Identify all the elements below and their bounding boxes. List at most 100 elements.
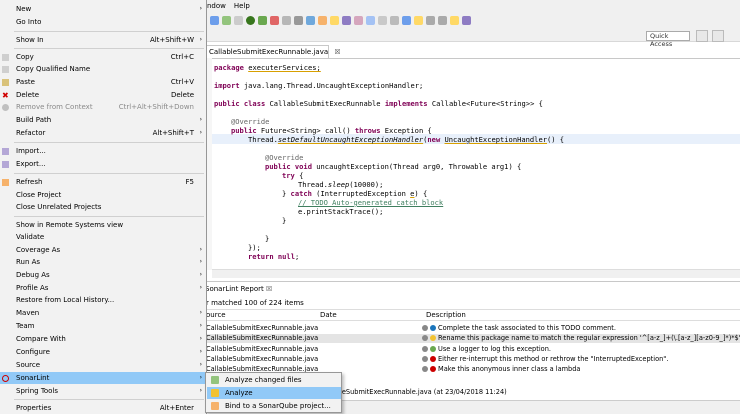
next-annotation-icon[interactable] bbox=[426, 15, 435, 25]
menu-item-profile-as[interactable]: Profile As › bbox=[0, 282, 206, 294]
menu-item-coverage-as[interactable]: Coverage As › bbox=[0, 244, 206, 256]
menu-item-refresh[interactable]: Refresh F5 bbox=[0, 176, 206, 188]
run-icon[interactable] bbox=[246, 15, 255, 25]
editor-tab[interactable]: CallableSubmitExecRunnable.java ☒ bbox=[204, 45, 341, 58]
menu-item-import[interactable]: Import... bbox=[0, 145, 206, 157]
coverage-icon[interactable] bbox=[258, 15, 267, 25]
menu-item-build-path[interactable]: Build Path › bbox=[0, 114, 206, 126]
table-row[interactable]: CallableSubmitExecRunnable.java Either re… bbox=[204, 355, 740, 364]
menu-item-refactor[interactable]: Refactor Alt+Shift+T › bbox=[0, 127, 206, 139]
menu-item-analyze-changed-files[interactable]: Analyze changed files bbox=[207, 374, 341, 386]
menu-item-spring-tools[interactable]: Spring Tools › bbox=[0, 385, 206, 397]
menu-item-properties[interactable]: Properties Alt+Enter bbox=[0, 402, 206, 414]
rule-icon bbox=[422, 335, 428, 341]
code-line: } bbox=[265, 234, 270, 243]
new-package-icon[interactable] bbox=[306, 15, 315, 25]
open-folder-icon[interactable] bbox=[330, 15, 339, 25]
mark-icon[interactable] bbox=[390, 15, 399, 25]
code-line: } bbox=[282, 216, 287, 225]
external-tools-icon[interactable] bbox=[282, 15, 291, 25]
back-icon[interactable] bbox=[450, 15, 459, 25]
remove-context-icon bbox=[2, 104, 9, 111]
menu-window[interactable]: ndow bbox=[207, 2, 226, 11]
menu-item-source[interactable]: Source › bbox=[0, 359, 206, 371]
menu-item-maven[interactable]: Maven › bbox=[0, 307, 206, 319]
code-line: Thread.setDefaultUncaughtExceptionHandle… bbox=[248, 135, 565, 144]
table-row[interactable]: CallableSubmitExecRunnable.java Rename th… bbox=[204, 334, 740, 343]
menu-item-analyze[interactable]: Analyze bbox=[207, 387, 341, 399]
save-icon[interactable] bbox=[210, 15, 219, 25]
menu-item-copy[interactable]: Copy Ctrl+C bbox=[0, 51, 206, 63]
code-line: return null; bbox=[248, 252, 300, 261]
delete-icon: ✖ bbox=[2, 91, 9, 100]
menu-item-show-in[interactable]: Show In Alt+Shift+W › bbox=[0, 34, 206, 46]
column-description[interactable]: Description bbox=[426, 311, 466, 319]
code-line: public Future<String> call() throws Exce… bbox=[231, 126, 432, 135]
code-line: }); bbox=[248, 243, 261, 252]
menu-help[interactable]: Help bbox=[234, 2, 250, 11]
code-line: @Override bbox=[265, 153, 304, 162]
copy-qualified-icon bbox=[2, 66, 9, 73]
paste-icon bbox=[2, 79, 9, 86]
rule-icon bbox=[422, 346, 428, 352]
menu-item-validate[interactable]: Validate bbox=[0, 231, 206, 243]
annotation-icon[interactable] bbox=[414, 15, 423, 25]
table-row[interactable]: CallableSubmitExecRunnable.java Use a log… bbox=[204, 345, 740, 354]
code-line: package executerServices; bbox=[214, 63, 321, 72]
code-line: e.printStackTrace(); bbox=[298, 207, 384, 216]
menu-item-paste[interactable]: Paste Ctrl+V bbox=[0, 76, 206, 88]
menu-item-go-into[interactable]: Go Into bbox=[0, 16, 206, 28]
sonarlint-submenu: Analyze changed files Analyze Bind to a … bbox=[205, 372, 342, 413]
column-date[interactable]: Date bbox=[320, 311, 337, 319]
search-icon[interactable] bbox=[342, 15, 351, 25]
rule-icon bbox=[422, 356, 428, 362]
menu-item-show-remote-systems[interactable]: Show in Remote Systems view bbox=[0, 219, 206, 231]
debug-icon[interactable] bbox=[222, 15, 231, 25]
edit-icon[interactable] bbox=[354, 15, 363, 25]
menu-item-debug-as[interactable]: Debug As › bbox=[0, 269, 206, 281]
globe-icon[interactable] bbox=[402, 15, 411, 25]
import-icon bbox=[2, 148, 9, 155]
column-source[interactable]: ource bbox=[206, 311, 226, 319]
severity-icon bbox=[430, 325, 436, 331]
menu-item-delete[interactable]: ✖ Delete Delete bbox=[0, 89, 206, 101]
code-line: import java.lang.Thread.UncaughtExceptio… bbox=[214, 81, 424, 90]
pin-icon[interactable] bbox=[366, 15, 375, 25]
analyze-icon bbox=[211, 389, 219, 397]
menu-item-remove-from-context[interactable]: Remove from Context Ctrl+Alt+Shift+Down bbox=[0, 101, 206, 113]
horizontal-scrollbar[interactable] bbox=[212, 269, 740, 278]
prev-annotation-icon[interactable] bbox=[438, 15, 447, 25]
refresh-icon bbox=[2, 179, 9, 186]
editor-tab-label: CallableSubmitExecRunnable.java bbox=[209, 48, 329, 56]
settings-icon[interactable] bbox=[234, 15, 243, 25]
java-perspective-icon[interactable] bbox=[712, 30, 724, 42]
rule-icon bbox=[422, 366, 428, 372]
sonarlint-report-tab[interactable]: SonarLint Report ☒ bbox=[204, 283, 272, 296]
open-perspective-icon[interactable] bbox=[696, 30, 708, 42]
table-row[interactable]: CallableSubmitExecRunnable.java Complete … bbox=[204, 324, 740, 333]
code-line: @Override bbox=[231, 117, 270, 126]
menu-item-bind-sonarqube[interactable]: Bind to a SonarQube project... bbox=[207, 400, 341, 412]
menu-item-compare-with[interactable]: Compare With › bbox=[0, 333, 206, 345]
forward-icon[interactable] bbox=[462, 15, 471, 25]
menu-item-sonarlint[interactable]: SonarLint › bbox=[0, 372, 206, 384]
menu-item-run-as[interactable]: Run As › bbox=[0, 256, 206, 268]
quick-access-input[interactable]: Quick Access bbox=[646, 31, 690, 48]
code-line: } catch (InterruptedException e) { bbox=[282, 189, 428, 198]
severity-icon bbox=[430, 356, 436, 362]
menu-item-close-project[interactable]: Close Project bbox=[0, 189, 206, 201]
menu-item-export[interactable]: Export... bbox=[0, 158, 206, 170]
open-type-icon[interactable] bbox=[318, 15, 327, 25]
new-icon[interactable] bbox=[294, 15, 303, 25]
close-icon[interactable]: ☒ bbox=[334, 48, 340, 56]
profile-icon[interactable] bbox=[270, 15, 279, 25]
toggle-icon[interactable] bbox=[378, 15, 387, 25]
menu-item-new[interactable]: New › bbox=[0, 3, 206, 15]
menu-item-restore-local-history[interactable]: Restore from Local History... bbox=[0, 294, 206, 306]
menu-item-close-unrelated-projects[interactable]: Close Unrelated Projects bbox=[0, 201, 206, 213]
toolbar-icons bbox=[210, 13, 471, 27]
menu-item-copy-qualified-name[interactable]: Copy Qualified Name bbox=[0, 63, 206, 75]
menu-item-configure[interactable]: Configure › bbox=[0, 346, 206, 358]
menu-item-team[interactable]: Team › bbox=[0, 320, 206, 332]
sonarlint-icon bbox=[2, 375, 9, 382]
